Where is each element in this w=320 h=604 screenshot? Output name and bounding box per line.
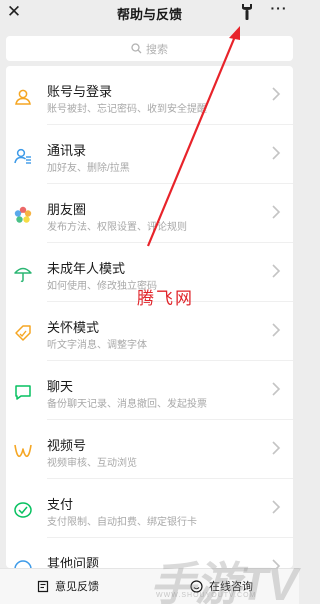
person-icon [15, 89, 31, 105]
list-item-pay[interactable]: 支付 支付限制、自动扣费、绑定银行卡 [6, 479, 293, 538]
more-menu-button[interactable]: ··· [268, 0, 290, 20]
channels-icon [14, 444, 32, 458]
item-title: 通讯录 [47, 143, 87, 158]
item-subtitle: 发布方法、权限设置、评论规则 [47, 222, 187, 233]
feedback-icon [37, 580, 49, 592]
item-title: 聊天 [47, 379, 74, 394]
search-icon [131, 43, 142, 54]
chevron-right-icon [272, 500, 281, 514]
search-placeholder: 搜索 [146, 43, 168, 56]
chevron-right-icon [272, 441, 281, 455]
watermark-red: 腾飞网 [137, 289, 194, 309]
wrench-icon[interactable] [239, 3, 255, 21]
list-item-moments[interactable]: 朋友圈 发布方法、权限设置、评论规则 [6, 184, 293, 243]
item-title: 其他问题 [47, 556, 100, 568]
chat-icon [15, 385, 31, 400]
list-item-channels[interactable]: 视频号 视频审核、互动浏览 [6, 420, 293, 479]
pay-icon [14, 502, 32, 518]
item-subtitle: 加好友、删除/拉黑 [47, 163, 130, 174]
tag-icon [15, 325, 31, 341]
umbrella-icon [14, 267, 32, 283]
item-title: 支付 [47, 497, 74, 512]
chevron-right-icon [272, 205, 281, 219]
nav-bar: ✕ 帮助与反馈 ··· [0, 0, 299, 30]
chevron-right-icon [272, 87, 281, 101]
item-title: 朋友圈 [47, 202, 87, 217]
list-item-contacts[interactable]: 通讯录 加好友、删除/拉黑 [6, 125, 293, 184]
feedback-button[interactable]: 意见反馈 [37, 578, 99, 594]
chevron-right-icon [272, 264, 281, 278]
item-title: 视频号 [47, 438, 87, 453]
item-subtitle: 听文字消息、调整字体 [47, 340, 147, 351]
item-title: 账号与登录 [47, 84, 113, 99]
moments-icon [14, 206, 32, 223]
contacts-icon [14, 148, 31, 164]
list-item-care-mode[interactable]: 关怀模式 听文字消息、调整字体 [6, 302, 293, 361]
item-subtitle: 备份聊天记录、消息撤回、发起投票 [47, 399, 207, 410]
list-item-chat[interactable]: 聊天 备份聊天记录、消息撤回、发起投票 [6, 361, 293, 420]
watermark-url: WWW.SHOUYOUTV.COM [156, 592, 257, 599]
item-subtitle: 账号被封、忘记密码、收到安全提醒 [47, 104, 207, 115]
item-title: 关怀模式 [47, 320, 100, 335]
item-subtitle: 视频审核、互动浏览 [47, 458, 137, 469]
chevron-right-icon [272, 382, 281, 396]
question-icon [14, 560, 32, 568]
feedback-label: 意见反馈 [55, 581, 99, 593]
chevron-right-icon [272, 323, 281, 337]
list-item-account[interactable]: 账号与登录 账号被封、忘记密码、收到安全提醒 [6, 66, 293, 125]
help-topic-list: 账号与登录 账号被封、忘记密码、收到安全提醒 通讯录 加好友、删除/拉黑 朋友圈… [6, 66, 293, 568]
item-subtitle: 支付限制、自动扣费、绑定银行卡 [47, 517, 197, 528]
chevron-right-icon [272, 146, 281, 160]
search-bar[interactable]: 搜索 [6, 36, 293, 61]
item-title: 未成年人模式 [47, 261, 126, 276]
